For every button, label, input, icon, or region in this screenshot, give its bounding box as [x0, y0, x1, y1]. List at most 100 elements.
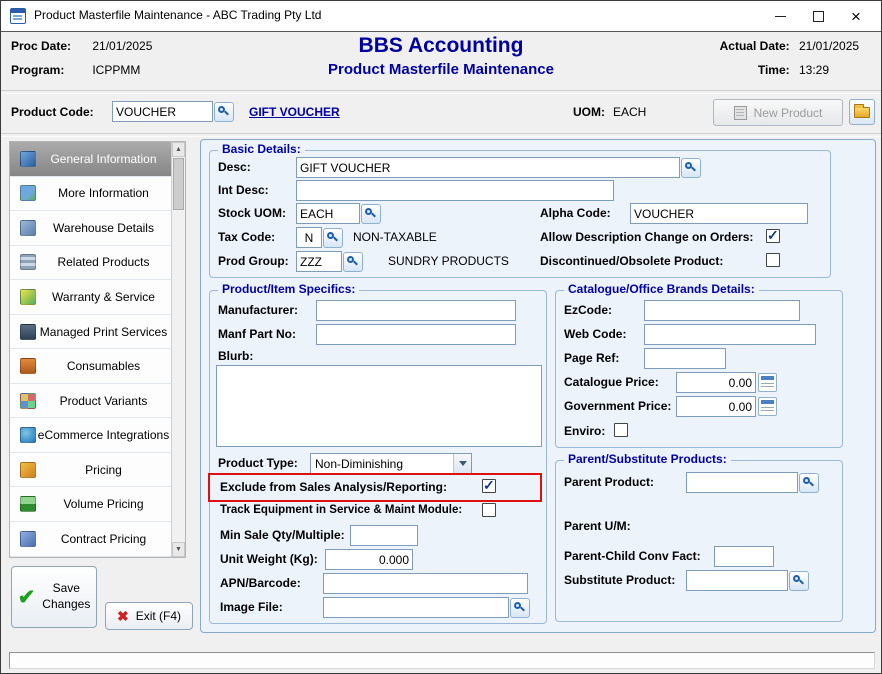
exclude-sales-checkbox[interactable] [482, 479, 496, 493]
basic-details-group: Basic Details: Desc: Int Desc: Stock UOM… [209, 150, 831, 278]
tax-code-lookup-button[interactable] [323, 228, 343, 248]
product-code-lookup-button[interactable] [214, 102, 234, 122]
time-label: Time: [704, 63, 790, 77]
warranty-service-icon [20, 289, 36, 305]
substitute-product-input[interactable] [686, 570, 788, 591]
scroll-up-icon[interactable]: ▲ [172, 142, 185, 157]
minimize-icon[interactable] [761, 3, 799, 29]
tax-code-input[interactable] [296, 227, 322, 248]
sidebar-item-managed-print-services[interactable]: Managed Print Services [10, 315, 185, 350]
min-sale-label: Min Sale Qty/Multiple: [220, 528, 345, 542]
track-equipment-checkbox[interactable] [482, 503, 496, 517]
apn-barcode-input[interactable] [323, 573, 528, 594]
int-desc-input[interactable] [296, 180, 614, 201]
desc-input[interactable] [296, 157, 680, 178]
sidebar-item-pricing[interactable]: Pricing [10, 453, 185, 488]
status-bar [9, 652, 875, 669]
unit-weight-input[interactable] [325, 549, 413, 570]
search-icon [364, 207, 378, 221]
sidebar-item-ecommerce-integrations[interactable]: eCommerce Integrations [10, 418, 185, 453]
sidebar-item-consumables[interactable]: Consumables [10, 349, 185, 384]
image-file-lookup-button[interactable] [510, 598, 530, 618]
scrollbar-thumb[interactable] [173, 158, 184, 210]
ezcode-input[interactable] [644, 300, 800, 321]
sidebar-item-related-products[interactable]: Related Products [10, 246, 185, 281]
sidebar-item-product-variants[interactable]: Product Variants [10, 384, 185, 419]
stock-uom-lookup-button[interactable] [361, 204, 381, 224]
blurb-textarea[interactable] [216, 365, 542, 447]
product-code-label: Product Code: [11, 105, 94, 119]
web-code-label: Web Code: [564, 327, 626, 341]
consumables-icon [20, 358, 36, 374]
exit-label: Exit (F4) [136, 609, 181, 623]
app-window: Product Masterfile Maintenance - ABC Tra… [0, 0, 882, 674]
allow-desc-change-checkbox[interactable] [766, 229, 780, 243]
ezcode-label: EzCode: [564, 303, 612, 317]
maximize-icon[interactable] [799, 3, 837, 29]
search-icon [802, 476, 816, 490]
open-folder-button[interactable] [849, 99, 875, 125]
manf-part-input[interactable] [316, 324, 516, 345]
search-icon [792, 574, 806, 588]
sidebar-item-more-information[interactable]: More Information [10, 177, 185, 212]
discontinued-checkbox[interactable] [766, 253, 780, 267]
product-description-link[interactable]: GIFT VOUCHER [249, 105, 340, 119]
sidebar-item-warehouse-details[interactable]: Warehouse Details [10, 211, 185, 246]
unit-weight-label: Unit Weight (Kg): [220, 552, 318, 566]
prod-group-label: Prod Group: [218, 254, 289, 268]
catalogue-price-input[interactable] [676, 372, 756, 393]
sidebar-item-warranty-service[interactable]: Warranty & Service [10, 280, 185, 315]
sidebar-item-label: eCommerce Integrations [36, 428, 171, 442]
image-file-input[interactable] [323, 597, 509, 618]
calculator-icon[interactable] [758, 373, 777, 392]
parent-product-lookup-button[interactable] [799, 473, 819, 493]
sidebar-item-label: Managed Print Services [36, 325, 171, 339]
catalogue-title: Catalogue/Office Brands Details: [564, 282, 759, 296]
apn-barcode-label: APN/Barcode: [220, 576, 301, 590]
uom-label: UOM: [573, 105, 605, 119]
new-product-label: New Product [754, 106, 823, 120]
government-price-input[interactable] [676, 396, 756, 417]
substitute-product-lookup-button[interactable] [789, 571, 809, 591]
sidebar-item-label: More Information [36, 186, 171, 200]
parent-products-group: Parent/Substitute Products: Parent Produ… [555, 460, 843, 622]
chevron-down-icon [453, 454, 471, 473]
search-icon [326, 231, 340, 245]
new-product-icon [734, 106, 747, 120]
sidebar-item-general-information[interactable]: General Information [10, 142, 185, 177]
manufacturer-input[interactable] [316, 300, 516, 321]
enviro-checkbox[interactable] [614, 423, 628, 437]
save-changes-button[interactable]: Save Changes [11, 566, 97, 628]
volume-pricing-icon [20, 496, 36, 512]
close-icon[interactable] [837, 3, 875, 29]
product-type-select[interactable]: Non-Diminishing [310, 453, 472, 474]
prod-group-input[interactable] [296, 251, 342, 272]
basic-details-title: Basic Details: [218, 142, 305, 156]
manf-part-label: Manf Part No: [218, 327, 296, 341]
product-specifics-group: Product/Item Specifics: Manufacturer: Ma… [209, 290, 547, 624]
prod-group-lookup-button[interactable] [343, 252, 363, 272]
tax-code-label: Tax Code: [218, 230, 275, 244]
government-price-label: Government Price: [564, 399, 671, 413]
alpha-code-input[interactable] [630, 203, 808, 224]
app-icon [10, 8, 26, 24]
new-product-button[interactable]: New Product [713, 99, 843, 126]
sidebar-item-contract-pricing[interactable]: Contract Pricing [10, 522, 185, 557]
parent-product-input[interactable] [686, 472, 798, 493]
exit-button[interactable]: Exit (F4) [105, 602, 193, 630]
check-icon [18, 587, 36, 608]
sidebar-item-volume-pricing[interactable]: Volume Pricing [10, 487, 185, 522]
save-changes-label: Save Changes [42, 581, 90, 612]
search-icon [684, 161, 698, 175]
min-sale-input[interactable] [350, 525, 418, 546]
stock-uom-input[interactable] [296, 203, 360, 224]
sidebar-scrollbar[interactable]: ▲ ▼ [171, 142, 185, 557]
conv-fact-input[interactable] [714, 546, 774, 567]
page-ref-input[interactable] [644, 348, 726, 369]
calculator-icon[interactable] [758, 397, 777, 416]
product-code-input[interactable] [112, 101, 213, 122]
web-code-input[interactable] [644, 324, 816, 345]
desc-lookup-button[interactable] [681, 158, 701, 178]
parent-product-label: Parent Product: [564, 475, 654, 489]
scroll-down-icon[interactable]: ▼ [172, 542, 185, 557]
